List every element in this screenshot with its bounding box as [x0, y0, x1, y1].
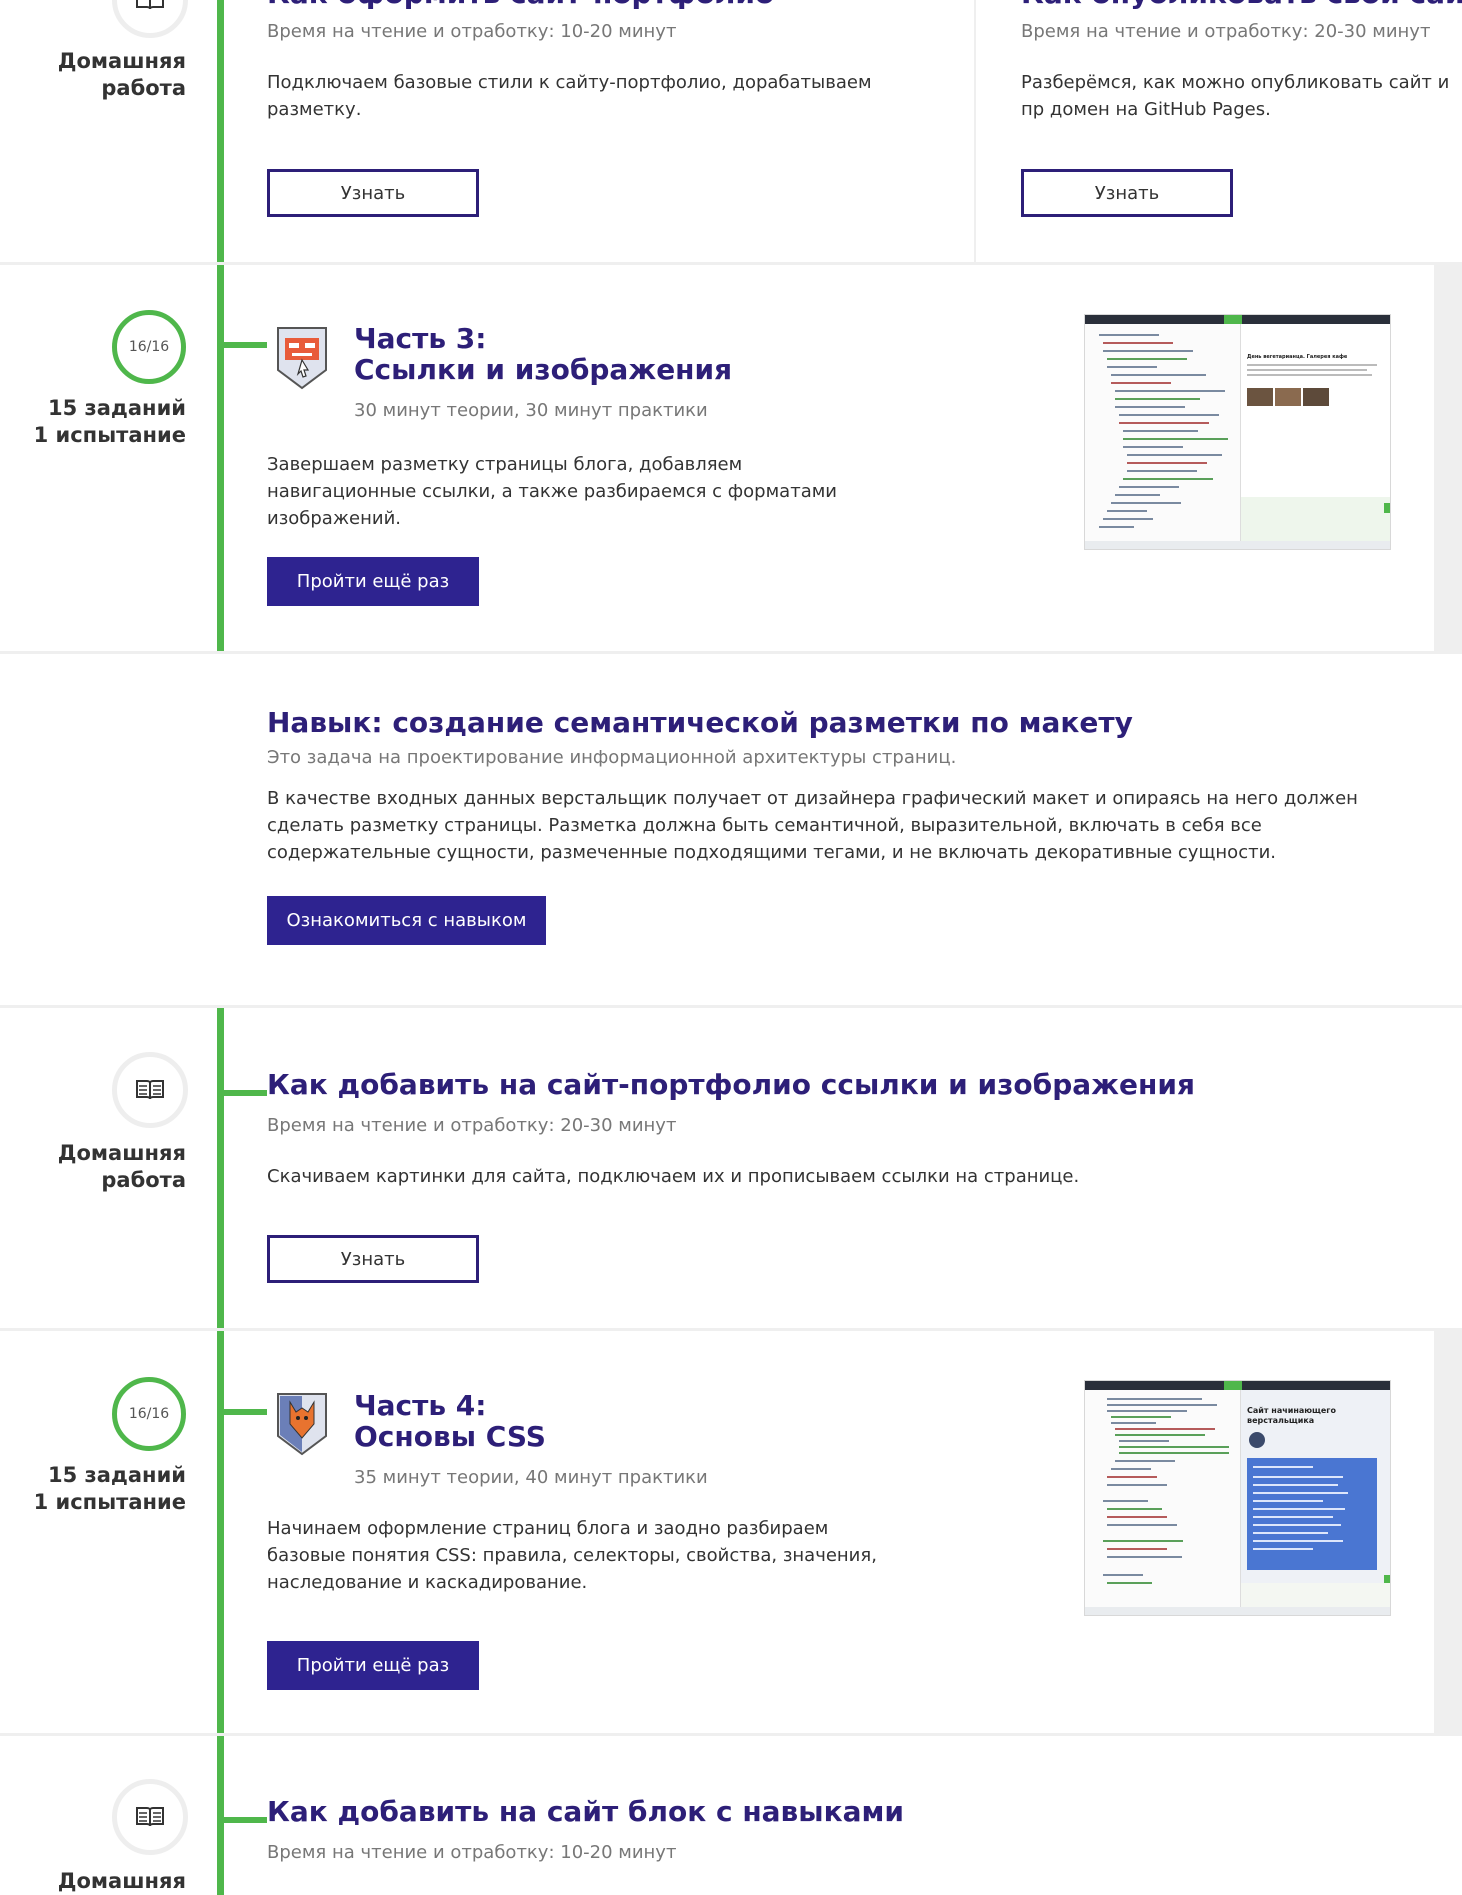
preview-title: День вегетарианца. Галерея кафе — [1247, 354, 1348, 360]
homework-label: Домашняя работа — [57, 1141, 186, 1192]
timeline-connector — [217, 1090, 267, 1096]
learn-button[interactable]: Узнать — [267, 1235, 479, 1283]
homework-title[interactable]: Как оформить сайт-портфолио — [267, 0, 774, 10]
section-separator — [0, 262, 1462, 265]
homework-title[interactable]: Как добавить на сайт блок с навыками — [267, 1796, 904, 1828]
skill-desc: В качестве входных данных верстальщик по… — [267, 788, 1358, 863]
part-stats: 15 заданий 1 испытание — [33, 1463, 186, 1514]
homework-book-badge — [112, 1052, 188, 1128]
part-meta: 35 минут теории, 40 минут практики — [354, 1467, 708, 1488]
homework-title[interactable]: Как опубликовать свой сайт на — [1021, 0, 1462, 10]
timeline-line-top — [217, 0, 224, 653]
progress-ring: 16/16 — [112, 310, 186, 384]
section-separator — [0, 1733, 1462, 1736]
homework-label: Домашняя — [57, 1869, 186, 1893]
part-desc: Начинаем оформление страниц блога и заод… — [267, 1518, 877, 1593]
skill-button[interactable]: Ознакомиться с навыком — [267, 896, 546, 945]
part-screenshot: Сайт начинающего верстальщика — [1084, 1380, 1391, 1616]
section-separator — [0, 1005, 1462, 1008]
homework-meta: Время на чтение и отработку: 20-30 минут — [267, 1115, 677, 1136]
retake-button[interactable]: Пройти ещё раз — [267, 557, 479, 606]
homework-book-badge — [112, 1779, 188, 1855]
homework-desc: Разберёмся, как можно опубликовать сайт … — [1021, 72, 1450, 120]
side-band — [1434, 1331, 1462, 1735]
part-stats: 15 заданий 1 испытание — [33, 396, 186, 447]
progress-ring: 16/16 — [112, 1377, 186, 1451]
book-icon — [136, 0, 164, 10]
homework-desc: Подключаем базовые стили к сайту-портфол… — [267, 72, 872, 120]
timeline-connector — [217, 1817, 267, 1823]
preview-title: Сайт начинающего верстальщика — [1247, 1406, 1336, 1425]
part-title[interactable]: Часть 4: Основы CSS — [354, 1390, 546, 1452]
part-meta: 30 минут теории, 30 минут практики — [354, 400, 708, 421]
book-icon — [136, 1807, 164, 1827]
part-badge-icon — [274, 1390, 330, 1462]
homework-label: Домашняя работа — [57, 49, 186, 100]
part-badge-icon — [274, 324, 330, 396]
homework-title[interactable]: Как добавить на сайт-портфолио ссылки и … — [267, 1069, 1195, 1101]
homework-desc: Скачиваем картинки для сайта, подключаем… — [267, 1166, 1080, 1187]
homework-meta: Время на чтение и отработку: 10-20 минут — [267, 21, 677, 42]
part-title[interactable]: Часть 3: Ссылки и изображения — [354, 323, 732, 385]
learn-button[interactable]: Узнать — [1021, 169, 1233, 217]
timeline-line-bottom — [217, 1008, 224, 1895]
homework-meta: Время на чтение и отработку: 20-30 минут — [1021, 21, 1431, 42]
section-separator — [0, 651, 1462, 654]
column-divider — [974, 0, 976, 262]
part-screenshot: День вегетарианца. Галерея кафе — [1084, 314, 1391, 550]
book-icon — [136, 1080, 164, 1100]
timeline-connector — [217, 342, 267, 348]
homework-meta: Время на чтение и отработку: 10-20 минут — [267, 1842, 677, 1863]
learn-button[interactable]: Узнать — [267, 169, 479, 217]
retake-button[interactable]: Пройти ещё раз — [267, 1641, 479, 1690]
timeline-connector — [217, 1409, 267, 1415]
section-separator — [0, 1328, 1462, 1331]
part-desc: Завершаем разметку страницы блога, добав… — [267, 454, 838, 529]
side-band — [1434, 265, 1462, 651]
skill-title[interactable]: Навык: создание семантической разметки п… — [267, 707, 1133, 739]
homework-book-badge — [112, 0, 188, 38]
skill-subtitle: Это задача на проектирование информацион… — [267, 747, 957, 768]
